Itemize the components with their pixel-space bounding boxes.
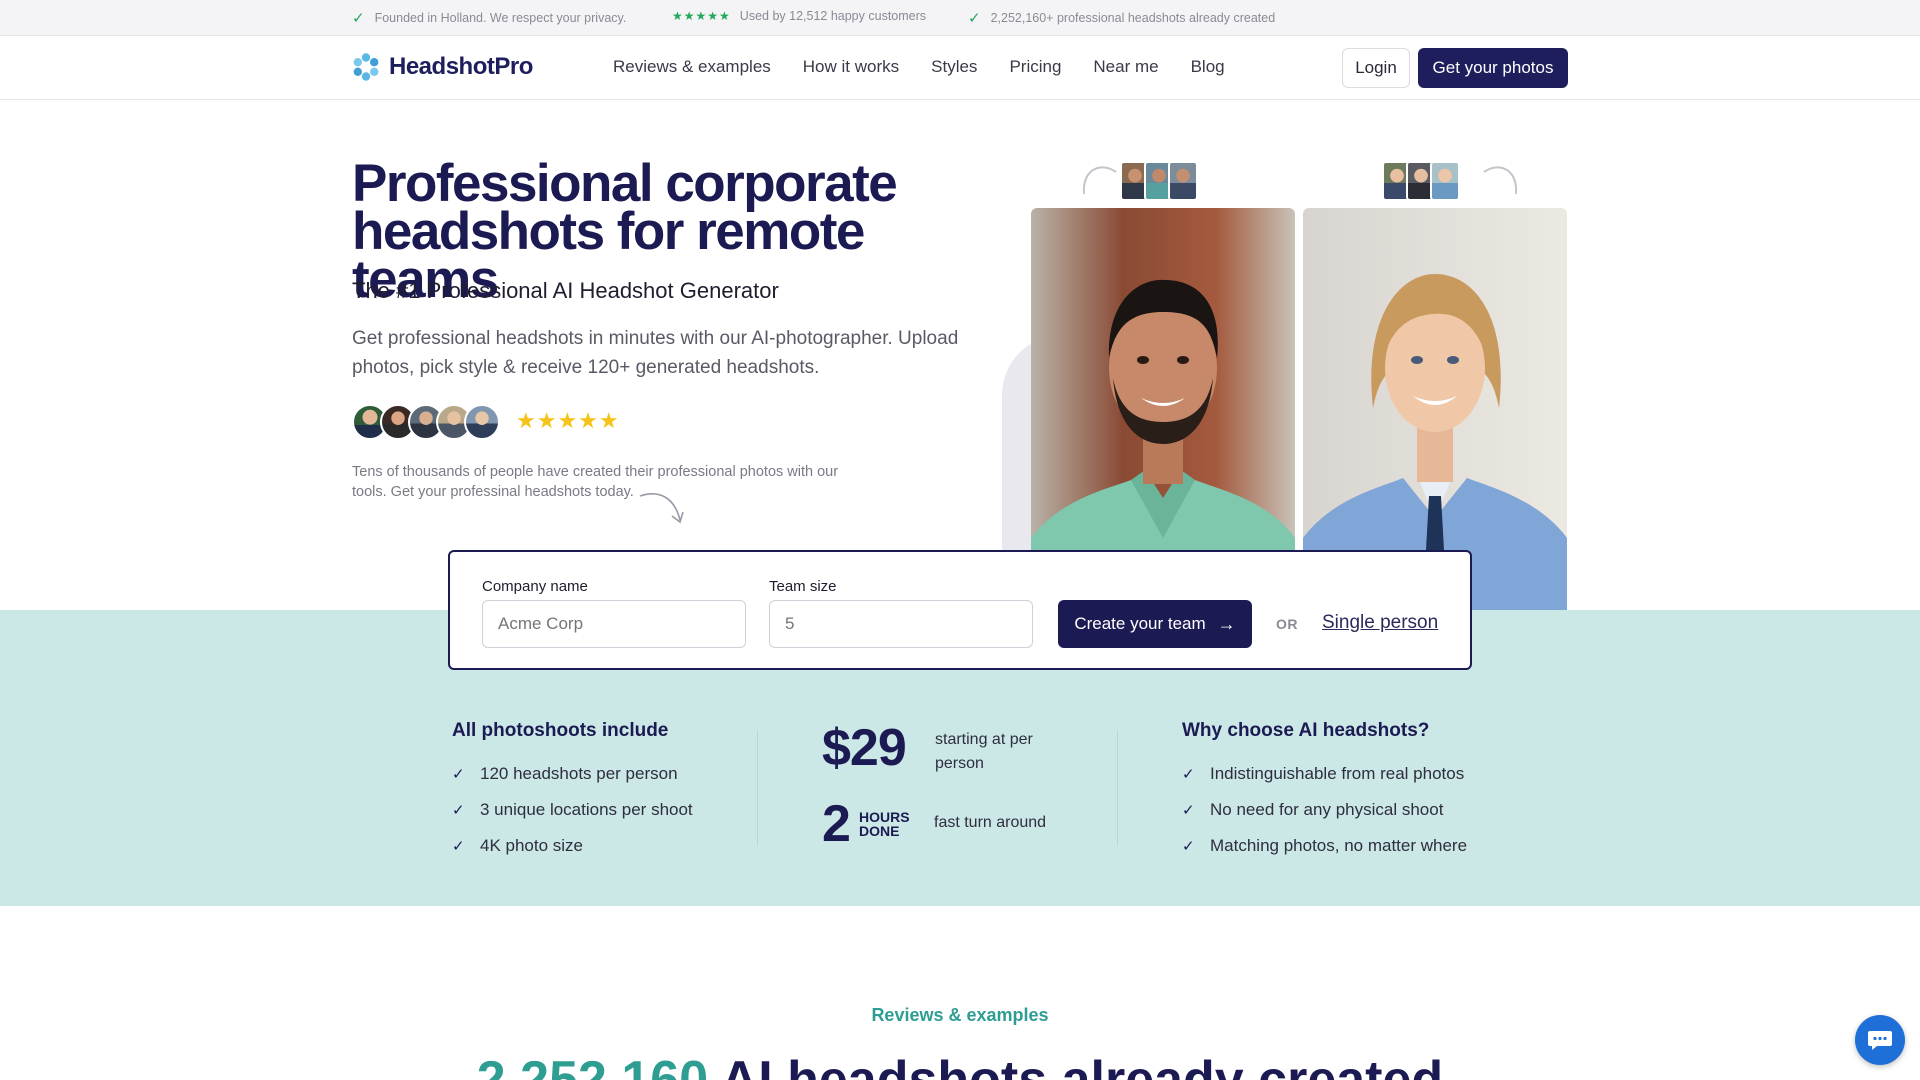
list-item: ✓ 4K photo size — [452, 828, 693, 864]
company-name-input[interactable] — [482, 600, 746, 648]
company-name-label: Company name — [482, 578, 588, 595]
reviews-kicker: Reviews & examples — [871, 1005, 1049, 1025]
curved-arrow-icon — [639, 493, 684, 524]
hours-label-line2: DONE — [859, 823, 900, 839]
avatar — [464, 404, 500, 440]
male-style-thumbnails — [1120, 161, 1198, 201]
customers-text: Used by 12,512 happy customers — [739, 9, 927, 23]
thumbnail — [1168, 161, 1198, 201]
chat-bubble-icon — [1868, 1031, 1892, 1050]
hours-label: HOURS DONE — [859, 810, 910, 838]
check-icon: ✓ — [452, 766, 465, 783]
announcement-bar: ✓ Founded in Holland. We respect your pr… — [0, 0, 1920, 36]
reviews-count: 2,252,160 — [476, 1051, 709, 1080]
headshots-count-note: ✓ 2,252,160+ professional headshots alre… — [968, 9, 1275, 27]
team-size-label: Team size — [769, 578, 837, 595]
price-value: $29 — [822, 719, 907, 777]
check-icon: ✓ — [452, 838, 465, 855]
check-icon: ✓ — [1182, 802, 1195, 819]
price-note: starting at per person — [935, 731, 1033, 772]
curl-arrow-icon — [1082, 166, 1117, 195]
nav-link-near-me[interactable]: Near me — [1093, 57, 1158, 77]
privacy-note: ✓ Founded in Holland. We respect your pr… — [352, 9, 626, 27]
privacy-text: Founded in Holland. We respect your priv… — [374, 11, 627, 25]
nav-links: Reviews & examples How it works Styles P… — [613, 57, 1257, 77]
logo-icon — [353, 53, 379, 81]
list-item: ✓ Matching photos, no matter where — [1182, 828, 1467, 864]
star-rating-icon: ★★★★★ — [672, 9, 731, 23]
main-navigation: HeadshotPro Reviews & examples How it wo… — [0, 36, 1920, 100]
reviews-title: 2,252,160 AI headshots already created — [0, 1050, 1920, 1080]
nav-link-styles[interactable]: Styles — [931, 57, 977, 77]
single-person-link[interactable]: Single person — [1322, 612, 1438, 634]
feature-text: 4K photo size — [480, 836, 584, 855]
why-ai-title: Why choose AI headshots? — [1182, 720, 1430, 741]
brand-name: HeadshotPro — [389, 53, 533, 80]
feature-text: Matching photos, no matter where — [1210, 836, 1468, 855]
why-ai-list: ✓ Indistinguishable from real photos ✓ No … — [1182, 756, 1467, 864]
headshots-count-text: 2,252,160+ professional headshots alread… — [990, 11, 1276, 25]
feature-text: 120 headshots per person — [480, 764, 678, 783]
nav-link-pricing[interactable]: Pricing — [1009, 57, 1061, 77]
curl-arrow-icon — [1483, 166, 1518, 195]
thumbnail — [1430, 161, 1460, 201]
brand-logo[interactable]: HeadshotPro — [352, 53, 533, 81]
list-item: ✓ 3 unique locations per shoot — [452, 792, 693, 828]
create-team-button[interactable]: Create your team → — [1058, 600, 1252, 648]
login-button[interactable]: Login — [1342, 48, 1410, 88]
feature-text: 3 unique locations per shoot — [480, 800, 693, 819]
divider — [757, 730, 758, 846]
check-icon: ✓ — [352, 10, 365, 27]
photoshoots-include-list: ✓ 120 headshots per person ✓ 3 unique loca… — [452, 756, 693, 864]
nav-link-reviews[interactable]: Reviews & examples — [613, 57, 771, 77]
team-size-input[interactable] — [769, 600, 1033, 648]
nav-link-how-it-works[interactable]: How it works — [803, 57, 899, 77]
turnaround-note: fast turn around — [934, 814, 1047, 831]
female-style-thumbnails — [1382, 161, 1460, 201]
nav-link-blog[interactable]: Blog — [1191, 57, 1225, 77]
hero-note: Tens of thousands of people have created… — [352, 464, 839, 500]
arrow-right-icon: → — [1217, 613, 1236, 634]
list-item: ✓ No need for any physical shoot — [1182, 792, 1467, 828]
list-item: ✓ Indistinguishable from real photos — [1182, 756, 1467, 792]
check-icon: ✓ — [1182, 766, 1195, 783]
customers-note: ★★★★★ Used by 12,512 happy customers — [672, 9, 926, 23]
divider — [1117, 730, 1118, 846]
check-icon: ✓ — [452, 802, 465, 819]
or-separator: OR — [1276, 616, 1298, 632]
hero-subtitle: The #1 Professional AI Headshot Generato… — [352, 278, 779, 303]
star-rating-icon: ★★★★★ — [516, 408, 620, 433]
list-item: ✓ 120 headshots per person — [452, 756, 693, 792]
hours-label-line1: HOURS — [859, 809, 910, 825]
hours-number: 2 — [822, 795, 851, 853]
create-team-label: Create your team — [1074, 614, 1206, 633]
reviews-title-text: AI headshots already created — [708, 1051, 1444, 1080]
photoshoots-include-title: All photoshoots include — [452, 720, 669, 741]
check-icon: ✓ — [1182, 838, 1195, 855]
chat-button[interactable] — [1855, 1015, 1905, 1065]
customer-avatars — [352, 404, 500, 440]
team-signup-form: Company name Team size Create your team … — [448, 550, 1472, 670]
check-icon: ✓ — [968, 10, 981, 27]
get-photos-button[interactable]: Get your photos — [1418, 48, 1568, 88]
hero-description: Get professional headshots in minutes wi… — [352, 328, 959, 378]
feature-text: Indistinguishable from real photos — [1210, 764, 1465, 783]
feature-text: No need for any physical shoot — [1210, 800, 1444, 819]
